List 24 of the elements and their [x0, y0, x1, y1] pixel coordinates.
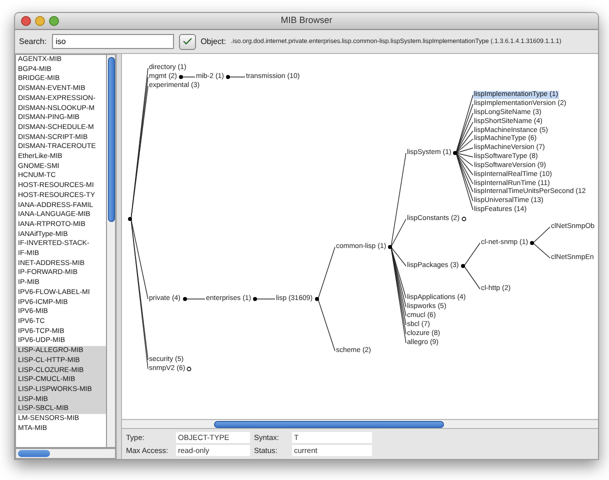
connector-line — [182, 76, 196, 78]
vertical-scrollbar[interactable] — [107, 54, 116, 448]
scrollbar-thumb[interactable] — [214, 420, 444, 428]
connector-line — [228, 76, 246, 78]
connector-line — [186, 298, 206, 300]
close-icon[interactable] — [21, 16, 31, 26]
object-label: Object: — [200, 36, 226, 48]
check-icon — [182, 36, 193, 47]
search-field[interactable]: iso — [52, 34, 174, 49]
check-button[interactable] — [178, 34, 196, 50]
connector-line — [256, 298, 276, 300]
window-title: MIB Browser — [280, 14, 332, 28]
connector-line — [464, 242, 480, 266]
search-label: Search: — [19, 36, 47, 48]
connector-line — [318, 246, 336, 300]
connector-line — [532, 226, 550, 244]
connector-line — [532, 242, 550, 258]
scrollbar-thumb[interactable] — [108, 57, 114, 222]
connector-line — [318, 298, 336, 352]
horizontal-scrollbar[interactable] — [122, 419, 598, 429]
zoom-icon[interactable] — [49, 16, 59, 26]
horizontal-scrollbar[interactable] — [15, 448, 116, 459]
connector-line — [464, 266, 480, 290]
scrollbar-thumb[interactable] — [18, 450, 50, 457]
